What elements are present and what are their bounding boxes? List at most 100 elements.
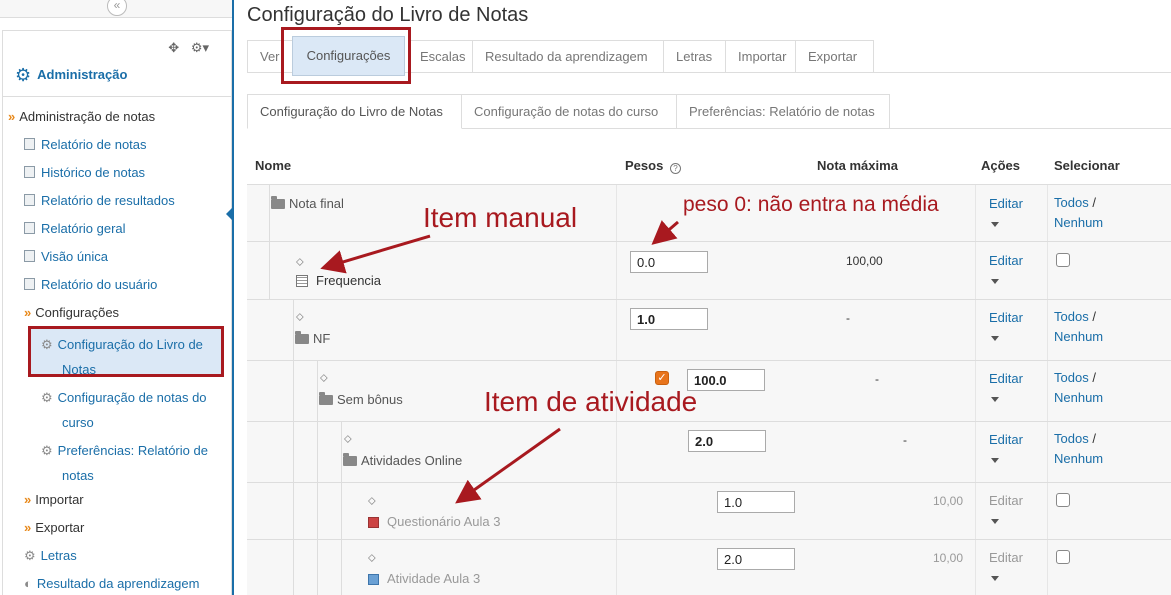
nav-link[interactable]: Relatório geral	[41, 221, 126, 236]
weight-input[interactable]: 1.0	[717, 491, 795, 513]
nav-link[interactable]: Relatório de resultados	[41, 193, 175, 208]
nav-link[interactable]: Relatório do usuário	[41, 277, 157, 292]
nav-importar[interactable]: » Importar	[24, 491, 84, 509]
select-all-link[interactable]: Todos	[1054, 370, 1089, 385]
tab-letras[interactable]: Letras	[664, 40, 726, 73]
nav-configuracoes[interactable]: » Configurações	[24, 304, 119, 322]
col-header-select: Selecionar	[1054, 158, 1120, 173]
move-item-icon[interactable]: ⬦	[368, 552, 376, 565]
nav-link[interactable]: Resultado da aprendizagem	[37, 576, 200, 591]
table-row: ⬦ Questionário Aula 3 1.0 10,00 Editar	[247, 482, 1171, 539]
move-item-icon[interactable]: ⬦	[296, 256, 304, 269]
folder-icon	[319, 392, 333, 405]
collapse-sidebar-icon[interactable]: «	[107, 0, 127, 16]
move-item-icon[interactable]: ⬦	[368, 495, 376, 508]
highlight-box	[281, 27, 411, 84]
page: « ✥ ⚙▾ ⚙ Administração » Administração de …	[0, 0, 1171, 595]
nav-resultado-aprendizagem[interactable]: ◐ Resultado da aprendizagem	[24, 575, 199, 593]
weight-override-checkbox[interactable]: ✓	[655, 371, 669, 385]
sidebar-edge	[232, 0, 234, 595]
category-name: Sem bônus	[319, 392, 403, 407]
select-all-link[interactable]: Todos	[1054, 431, 1089, 446]
weight-input[interactable]: 2.0	[717, 548, 795, 570]
select-checkbox[interactable]	[1056, 550, 1070, 564]
weight-input[interactable]: 2.0	[688, 430, 766, 452]
select-none-link[interactable]: Nenhum	[1054, 215, 1103, 230]
tab-conf-livro[interactable]: Configuração do Livro de Notas	[247, 94, 462, 129]
help-icon[interactable]: ?	[669, 163, 681, 174]
col-line	[616, 483, 617, 539]
weight-input[interactable]: 0.0	[630, 251, 708, 273]
edit-menu[interactable]: Editar	[989, 196, 1023, 211]
weight-input[interactable]: 1.0	[630, 308, 708, 330]
indent-line	[293, 422, 294, 482]
annotation-item-atividade: Item de atividade	[484, 386, 698, 417]
nav-conf-notas-curso[interactable]: ⚙ Configuração de notas do curso	[41, 385, 207, 435]
chevron-down-icon[interactable]	[991, 576, 999, 581]
nav-link[interactable]: Relatório de notas	[41, 137, 147, 152]
nav-label[interactable]: notas	[62, 468, 94, 483]
move-item-icon[interactable]: ⬦	[320, 372, 328, 385]
edit-menu[interactable]: Editar	[989, 371, 1023, 386]
admin-block-title[interactable]: ⚙ Administração	[15, 65, 127, 86]
select-none-link[interactable]: Nenhum	[1054, 451, 1103, 466]
nav-relatorio-usuario[interactable]: Relatório do usuário	[24, 276, 157, 294]
nav-relatorio-notas[interactable]: Relatório de notas	[24, 136, 147, 154]
block-config-icon[interactable]: ⚙▾	[191, 40, 209, 55]
edit-menu[interactable]: Editar	[989, 253, 1023, 268]
chevron-down-icon[interactable]	[991, 336, 999, 341]
nav-preferencias[interactable]: ⚙ Preferências: Relatório de notas	[41, 438, 208, 488]
nav-admin-notas[interactable]: » Administração de notas	[8, 108, 155, 126]
edit-menu[interactable]: Editar	[989, 310, 1023, 325]
chevron-down-icon[interactable]	[991, 222, 999, 227]
col-header-weights: Pesos ?	[625, 158, 681, 174]
chevron-down-icon[interactable]	[991, 458, 999, 463]
weight-input[interactable]: 100.0	[687, 369, 765, 391]
nav-label[interactable]: Preferências: Relatório de	[58, 443, 208, 458]
select-checkbox[interactable]	[1056, 493, 1070, 507]
nav-label[interactable]: Configuração de notas do	[58, 390, 207, 405]
nav-visao-unica[interactable]: Visão única	[24, 248, 108, 266]
edit-menu[interactable]: Editar	[989, 550, 1023, 565]
move-item-icon[interactable]: ⬦	[344, 433, 352, 446]
select-separator: /	[1092, 309, 1096, 324]
max-grade: 10,00	[933, 551, 964, 565]
select-checkbox[interactable]	[1056, 253, 1070, 267]
tab-resultado[interactable]: Resultado da aprendizagem	[473, 40, 664, 73]
tab-conf-curso[interactable]: Configuração de notas do curso	[462, 94, 677, 129]
nav-letras[interactable]: ⚙ Letras	[24, 547, 77, 565]
tab-importar[interactable]: Importar	[726, 40, 796, 73]
item-label: Questionário Aula 3	[387, 514, 501, 529]
chevron-down-icon[interactable]	[991, 397, 999, 402]
edit-menu[interactable]: Editar	[989, 493, 1023, 508]
tab-escalas[interactable]: Escalas	[408, 40, 473, 73]
nav-relatorio-geral[interactable]: Relatório geral	[24, 220, 126, 238]
nav-conf-livro-notas[interactable]: ⚙ Configuração do Livro de Notas	[41, 332, 203, 382]
nav-relatorio-resultados[interactable]: Relatório de resultados	[24, 192, 175, 210]
select-none-link[interactable]: Nenhum	[1054, 329, 1103, 344]
select-none-link[interactable]: Nenhum	[1054, 390, 1103, 405]
edit-menu[interactable]: Editar	[989, 432, 1023, 447]
nav-historico-notas[interactable]: Histórico de notas	[24, 164, 145, 182]
max-grade: -	[846, 311, 850, 325]
nav-link[interactable]: Visão única	[41, 249, 108, 264]
select-all-link[interactable]: Todos	[1054, 195, 1089, 210]
chevron-down-icon[interactable]	[991, 279, 999, 284]
tab-preferencias[interactable]: Preferências: Relatório de notas	[677, 94, 890, 129]
nav-exportar[interactable]: » Exportar	[24, 519, 84, 537]
quiz-icon	[368, 517, 379, 528]
tab-exportar[interactable]: Exportar	[796, 40, 874, 73]
annotation-item-manual: Item manual	[423, 202, 578, 233]
nav-label[interactable]: curso	[62, 415, 94, 430]
move-item-icon[interactable]: ⬦	[296, 311, 304, 324]
nav-label[interactable]: Notas	[62, 362, 96, 377]
select-all-link[interactable]: Todos	[1054, 309, 1089, 324]
col-line	[975, 300, 976, 360]
nav-link[interactable]: Histórico de notas	[41, 165, 145, 180]
nav-link[interactable]: Letras	[41, 548, 77, 563]
chevron-down-icon[interactable]	[991, 519, 999, 524]
move-icon[interactable]: ✥	[168, 40, 179, 55]
report-icon	[24, 166, 35, 178]
nav-label[interactable]: Configuração do Livro de	[58, 337, 203, 352]
report-icon	[24, 194, 35, 206]
